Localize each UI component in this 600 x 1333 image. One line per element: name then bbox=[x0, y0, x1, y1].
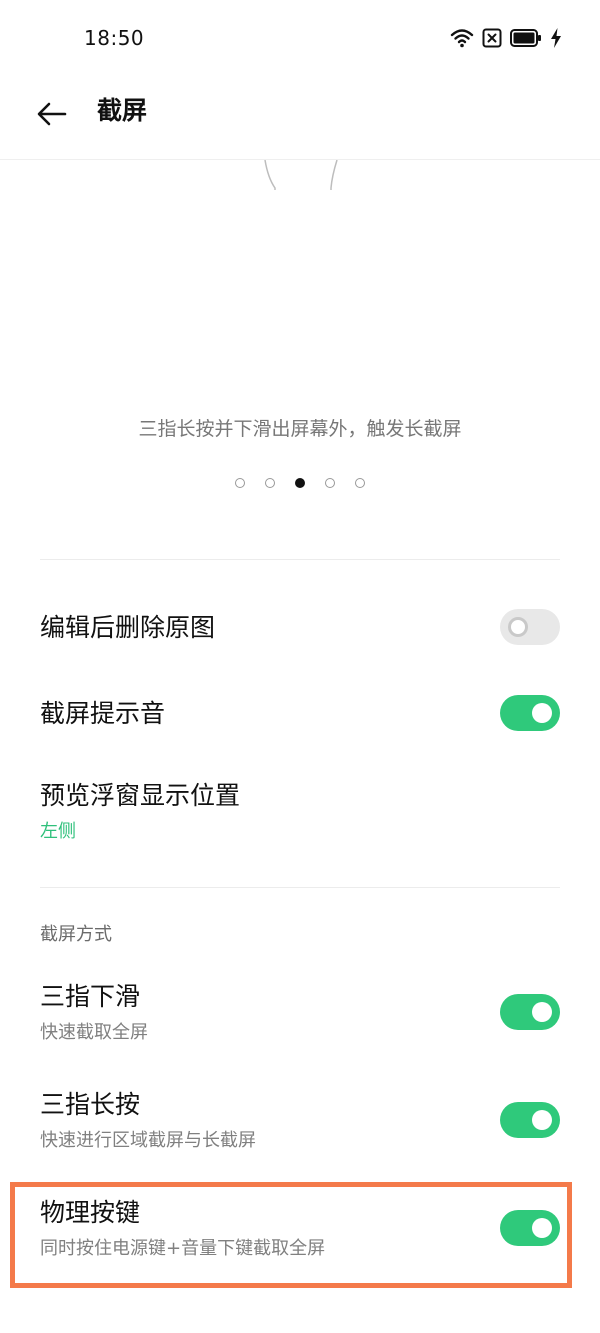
setting-label: 预览浮窗显示位置 bbox=[40, 781, 241, 810]
pager-dot[interactable] bbox=[235, 478, 245, 488]
setting-label: 编辑后删除原图 bbox=[40, 613, 216, 642]
arrow-left-icon bbox=[37, 102, 67, 126]
method-label: 三指下滑 bbox=[40, 982, 141, 1011]
title-bar: 截屏 bbox=[0, 76, 600, 160]
page-title: 截屏 bbox=[97, 96, 148, 125]
divider bbox=[40, 887, 560, 888]
gesture-illustration[interactable]: 三指长按并下滑出屏幕外，触发长截屏 bbox=[0, 160, 600, 560]
method-label: 三指长按 bbox=[40, 1090, 141, 1119]
toggle-knob bbox=[532, 1002, 552, 1022]
status-icons bbox=[450, 27, 562, 49]
status-time: 18:50 bbox=[84, 26, 145, 50]
section-header: 截屏方式 bbox=[40, 924, 112, 945]
method-description: 快速进行区域截屏与长截屏 bbox=[40, 1130, 256, 1151]
carousel-pager bbox=[0, 478, 600, 488]
toggle-knob bbox=[532, 703, 552, 723]
toggle-knob bbox=[532, 1110, 552, 1130]
pager-dot[interactable] bbox=[325, 478, 335, 488]
setting-value: 左侧 bbox=[40, 821, 76, 842]
illustration-caption: 三指长按并下滑出屏幕外，触发长截屏 bbox=[138, 418, 462, 440]
status-bar: 18:50 bbox=[0, 0, 600, 76]
pager-dot[interactable] bbox=[265, 478, 275, 488]
pager-dot[interactable] bbox=[355, 478, 365, 488]
sim-blocked-icon bbox=[482, 28, 502, 48]
charging-bolt-icon bbox=[551, 28, 561, 48]
highlight-frame bbox=[10, 1182, 572, 1288]
method-three-finger-hold[interactable]: 三指长按 快速进行区域截屏与长截屏 bbox=[0, 1068, 600, 1172]
divider bbox=[40, 559, 560, 560]
back-button[interactable] bbox=[32, 94, 72, 134]
method-three-finger-swipe[interactable]: 三指下滑 快速截取全屏 bbox=[0, 960, 600, 1064]
shutter-sound-toggle[interactable] bbox=[500, 695, 560, 731]
delete-original-toggle[interactable] bbox=[500, 609, 560, 645]
toggle-knob bbox=[508, 617, 528, 637]
method-description: 快速截取全屏 bbox=[40, 1022, 148, 1043]
battery-icon bbox=[510, 29, 541, 47]
pager-dot-active[interactable] bbox=[295, 478, 305, 488]
hand-illustration bbox=[264, 160, 338, 190]
setting-label: 截屏提示音 bbox=[40, 699, 166, 728]
setting-delete-original[interactable]: 编辑后删除原图 bbox=[0, 584, 600, 672]
setting-shutter-sound[interactable]: 截屏提示音 bbox=[0, 672, 600, 758]
three-finger-hold-toggle[interactable] bbox=[500, 1102, 560, 1138]
three-finger-swipe-toggle[interactable] bbox=[500, 994, 560, 1030]
wifi-icon bbox=[450, 29, 474, 48]
setting-preview-position[interactable]: 预览浮窗显示位置 左侧 bbox=[0, 760, 600, 870]
